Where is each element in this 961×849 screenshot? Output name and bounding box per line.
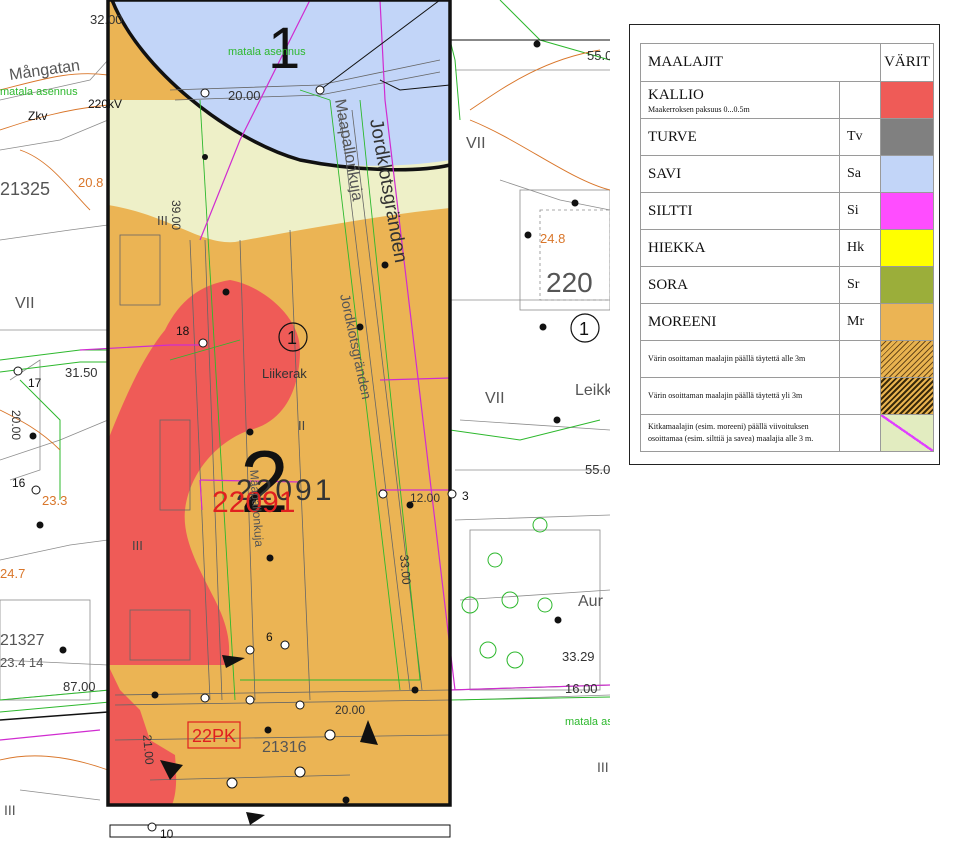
label-matala-asennus-3: matala asennus bbox=[565, 716, 610, 728]
roman-vii-1: VII bbox=[15, 295, 35, 312]
roman-iii-2: III bbox=[157, 213, 168, 228]
legend-name-sora: SORA bbox=[640, 266, 840, 304]
geotechnical-map[interactable]: 1 2 1 1 22091 22091 21325 21327 21316 22… bbox=[0, 0, 610, 849]
legend-note-fill-under-3m: Värin osoittaman maalajin päällä täytett… bbox=[640, 340, 840, 378]
legend-abbr-turve: Tv bbox=[839, 118, 881, 156]
legend-row-siltti: SILTTI Si bbox=[640, 192, 934, 230]
legend-swatch-siltti bbox=[881, 193, 933, 229]
label-matala-asennus-2: matala asennus bbox=[0, 86, 78, 98]
legend-abbr-moreeni: Mr bbox=[839, 303, 881, 341]
legend-row-hiekka: HIEKKA Hk bbox=[640, 229, 934, 267]
legend-name-siltti: SILTTI bbox=[640, 192, 840, 230]
legend-sub-kallio: Maakerroksen paksuus 0...0.5m bbox=[648, 104, 750, 114]
roman-vii-2: VII bbox=[466, 135, 486, 152]
legend-name-turve: TURVE bbox=[640, 118, 840, 156]
dim-16-00: 16.00 bbox=[565, 681, 598, 696]
dim-87-00: 87.00 bbox=[63, 679, 96, 694]
soil-zones bbox=[108, 0, 450, 805]
point-17: 17 bbox=[28, 376, 42, 390]
parcel-label-21316: 21316 bbox=[262, 739, 307, 756]
legend-swatch-fill-under-3m bbox=[881, 341, 933, 377]
dim-55-0-top: 55.0 bbox=[587, 48, 610, 63]
elev-23-4: 23.4 14 bbox=[0, 655, 43, 670]
legend-table: MAALAJIT VÄRIT KALLIO Maakerroksen paksuu… bbox=[640, 43, 934, 452]
point-3: 3 bbox=[462, 489, 469, 503]
dim-20-00-left: 20.00 bbox=[9, 410, 23, 440]
roman-vii-3: VII bbox=[485, 390, 505, 407]
dim-31-50: 31.50 bbox=[65, 365, 98, 380]
street-aur: Aur bbox=[578, 593, 604, 610]
legend-swatch-hiekka bbox=[881, 230, 933, 266]
legend-swatch-kallio bbox=[881, 82, 933, 118]
parcel-label-21327: 21327 bbox=[0, 632, 45, 649]
dim-39-00: 39.00 bbox=[169, 200, 183, 230]
legend-swatch-friction-soil bbox=[881, 415, 933, 451]
legend-row-sora: SORA Sr bbox=[640, 266, 934, 304]
legend-swatch-sora bbox=[881, 267, 933, 303]
parcel-label-220: 220 bbox=[546, 267, 593, 298]
legend-header-soil: MAALAJIT bbox=[640, 43, 881, 82]
point-10: 10 bbox=[160, 827, 174, 841]
label-matala-asennus-1: matala asennus bbox=[228, 46, 306, 58]
elev-23-3: 23.3 bbox=[42, 493, 67, 508]
legend-swatch-turve bbox=[881, 119, 933, 155]
legend-header-colors: VÄRIT bbox=[880, 43, 934, 82]
roman-ii: II bbox=[298, 418, 305, 433]
elev-24-8: 24.8 bbox=[540, 231, 565, 246]
roman-iii-4: III bbox=[597, 759, 609, 775]
legend-row-kallio: KALLIO Maakerroksen paksuus 0...0.5m bbox=[640, 81, 934, 119]
plot-circle-number-2: 1 bbox=[579, 319, 589, 339]
point-16: 16 bbox=[12, 476, 26, 490]
elev-20-8: 20.8 bbox=[78, 175, 103, 190]
legend-abbr-savi: Sa bbox=[839, 155, 881, 193]
legend-swatch-savi bbox=[881, 156, 933, 192]
legend-swatch-moreeni bbox=[881, 304, 933, 340]
plot-circle-number-1: 1 bbox=[287, 328, 297, 348]
dim-20-00-bottom: 20.00 bbox=[335, 703, 365, 717]
legend-row-friction-soil: Kitkamaalajin (esim. moreeni) päällä vii… bbox=[640, 414, 934, 452]
legend-row-fill-over-3m: Värin osoittaman maalajin päällä täytett… bbox=[640, 377, 934, 415]
street-leikk: Leikk bbox=[575, 382, 610, 399]
legend-note-friction-soil: Kitkamaalajin (esim. moreeni) päällä vii… bbox=[640, 414, 840, 452]
dim-33-29: 33.29 bbox=[562, 649, 595, 664]
soil-legend: MAALAJIT VÄRIT KALLIO Maakerroksen paksuu… bbox=[629, 24, 940, 465]
dim-32-00: 32.00 bbox=[90, 12, 123, 27]
legend-row-savi: SAVI Sa bbox=[640, 155, 934, 193]
street-liikerak: Liikerak bbox=[262, 366, 307, 381]
dim-21-00: 21.00 bbox=[140, 734, 157, 765]
label-zkv: Zkv bbox=[28, 109, 47, 123]
legend-swatch-fill-over-3m bbox=[881, 378, 933, 414]
legend-name-kallio: KALLIO bbox=[648, 86, 704, 103]
dim-20-00-top: 20.00 bbox=[228, 88, 261, 103]
legend-header-row: MAALAJIT VÄRIT bbox=[640, 43, 934, 82]
legend-row-turve: TURVE Tv bbox=[640, 118, 934, 156]
dim-12-00: 12.00 bbox=[410, 491, 440, 505]
roman-iii-3: III bbox=[4, 802, 16, 818]
legend-abbr-siltti: Si bbox=[839, 192, 881, 230]
label-220kv: 220kV bbox=[88, 97, 122, 111]
dim-33-00: 33.00 bbox=[397, 554, 414, 585]
red-box-label: 22PK bbox=[192, 726, 236, 746]
point-6: 6 bbox=[266, 630, 273, 644]
legend-row-fill-under-3m: Värin osoittaman maalajin päällä täytett… bbox=[640, 340, 934, 378]
legend-abbr-sora: Sr bbox=[839, 266, 881, 304]
legend-abbr-kallio bbox=[839, 81, 881, 119]
legend-abbr-hiekka: Hk bbox=[839, 229, 881, 267]
elev-24-7: 24.7 bbox=[0, 566, 25, 581]
legend-name-savi: SAVI bbox=[640, 155, 840, 193]
legend-note-fill-over-3m: Värin osoittaman maalajin päällä täytett… bbox=[640, 377, 840, 415]
roman-iii-1: III bbox=[132, 538, 143, 553]
legend-name-hiekka: HIEKKA bbox=[640, 229, 840, 267]
legend-name-moreeni: MOREENI bbox=[640, 303, 840, 341]
dim-55-0: 55.0 bbox=[585, 462, 610, 477]
parcel-label-21325: 21325 bbox=[0, 179, 50, 199]
legend-row-moreeni: MOREENI Mr bbox=[640, 303, 934, 341]
point-18: 18 bbox=[176, 324, 190, 338]
